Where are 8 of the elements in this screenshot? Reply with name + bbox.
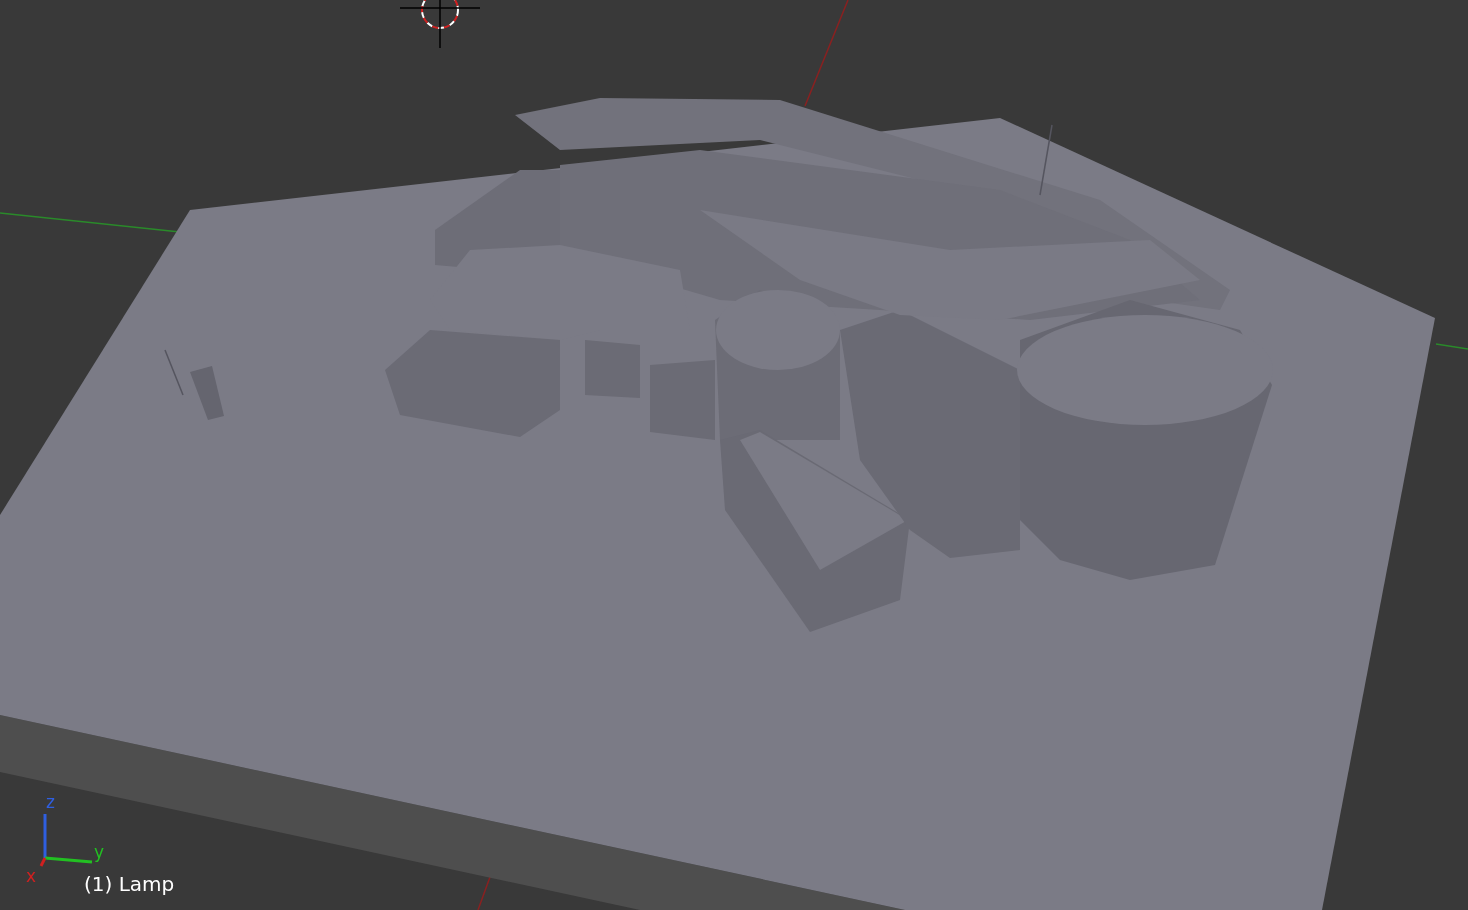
object-label: (1) Lamp — [84, 871, 175, 898]
3d-viewport[interactable]: z y x (1) Lamp — [0, 0, 1468, 910]
axis-label: x — [26, 868, 37, 885]
y-axis-line — [1435, 343, 1468, 350]
3d-cursor-icon — [399, 0, 481, 49]
axis-label: z — [46, 794, 55, 811]
axis-gizmo-icon — [39, 814, 93, 867]
axis-label: y — [94, 844, 105, 861]
